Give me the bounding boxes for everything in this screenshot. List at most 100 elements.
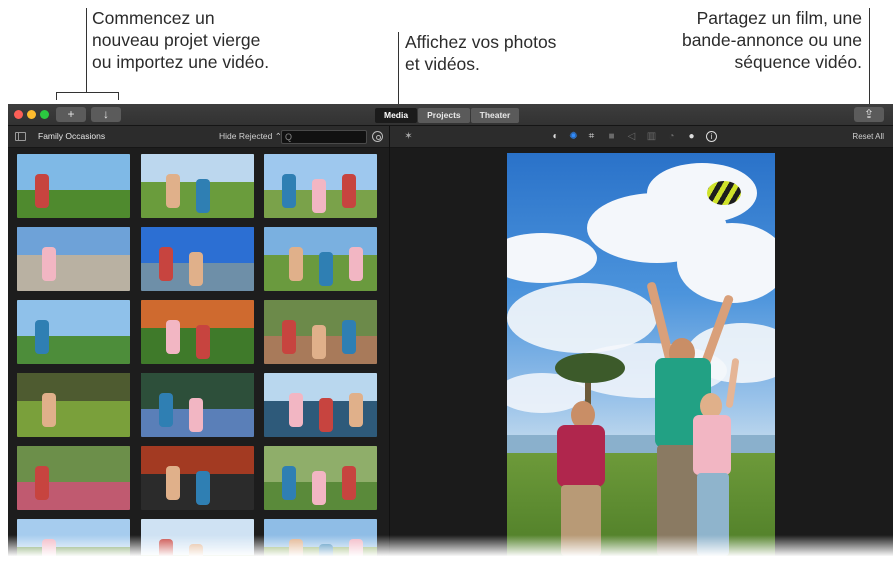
thumbnail-figure <box>166 174 180 208</box>
plus-icon: + <box>67 107 75 121</box>
reset-all-button[interactable]: Reset All <box>852 132 884 141</box>
magic-wand-icon[interactable]: ✶ <box>403 131 414 142</box>
close-window-button[interactable] <box>14 110 23 119</box>
media-thumbnail[interactable] <box>17 227 130 291</box>
thumbnail-figure <box>282 174 296 208</box>
callout-browse-media: Affichez vos photos et vidéos. <box>405 31 556 75</box>
thumbnail-figure <box>35 174 49 208</box>
thumbnail-figure <box>35 320 49 354</box>
sidebar-toggle-icon[interactable] <box>15 132 26 141</box>
media-thumbnail[interactable] <box>264 227 377 291</box>
thumbnail-figure <box>289 247 303 281</box>
thumbnail-figure <box>282 320 296 354</box>
thumbnail-figure <box>196 179 210 213</box>
color-balance-icon[interactable]: ◐ <box>550 131 561 142</box>
thumbnail-figure <box>289 393 303 427</box>
library-title: Family Occasions <box>38 131 106 141</box>
leader-line <box>86 8 87 92</box>
volume-icon[interactable]: ◁ <box>626 131 637 142</box>
thumbnail-figure <box>166 466 180 500</box>
thumbnail-figure <box>312 471 326 505</box>
clip-settings-gear-icon[interactable] <box>372 131 383 142</box>
callout-line: et vidéos. <box>405 54 480 74</box>
palm-leaves <box>555 353 625 383</box>
callout-new-project: Commencez un nouveau projet vierge ou im… <box>92 7 269 73</box>
leader-line <box>869 8 870 108</box>
tab-theater[interactable]: Theater <box>470 108 520 123</box>
hide-rejected-filter[interactable]: Hide Rejected ⌃ <box>219 131 282 142</box>
media-thumbnail[interactable] <box>264 373 377 437</box>
media-thumbnail[interactable] <box>17 300 130 364</box>
search-icon: Q <box>285 132 293 142</box>
media-thumbnail[interactable] <box>141 373 254 437</box>
thumbnail-background <box>17 446 130 482</box>
thumbnail-figure <box>196 471 210 505</box>
view-switcher: Media Projects Theater <box>375 108 520 123</box>
thumbnail-figure <box>159 393 173 427</box>
share-button[interactable]: ⇪ <box>854 107 884 122</box>
share-icon: ⇪ <box>863 107 875 121</box>
callout-line: bande-annonce ou une <box>681 30 862 50</box>
media-thumbnail[interactable] <box>17 373 130 437</box>
leader-line <box>56 92 119 93</box>
stabilization-icon[interactable]: ■ <box>606 131 617 142</box>
media-thumbnail[interactable] <box>17 446 130 510</box>
flying-ball <box>707 181 741 205</box>
thumbnail-figure <box>349 393 363 427</box>
title-bar: + ↓ Media Projects Theater ⇪ <box>8 104 893 126</box>
media-thumbnail[interactable] <box>141 300 254 364</box>
thumbnail-figure <box>312 179 326 213</box>
crop-icon[interactable]: ⌗ <box>586 131 597 142</box>
thumbnail-background <box>141 446 254 474</box>
thumbnail-figure <box>342 174 356 208</box>
thumbnail-figure <box>282 466 296 500</box>
thumbnail-figure <box>35 466 49 500</box>
callout-line: ou importez une vidéo. <box>92 52 270 72</box>
minimize-window-button[interactable] <box>27 110 36 119</box>
thumbnail-figure <box>42 247 56 281</box>
speed-icon[interactable]: ◔ <box>666 131 677 142</box>
media-thumbnail[interactable] <box>264 300 377 364</box>
callout-line: séquence vidéo. <box>734 52 862 72</box>
tab-media[interactable]: Media <box>375 108 418 123</box>
thumbnail-background <box>17 227 130 255</box>
media-thumbnail[interactable] <box>141 446 254 510</box>
thumbnail-background <box>17 154 130 190</box>
info-icon[interactable]: i <box>706 131 717 142</box>
cloud <box>507 233 597 283</box>
fullscreen-window-button[interactable] <box>40 110 49 119</box>
thumbnail-figure <box>189 398 203 432</box>
leader-line <box>56 92 57 100</box>
color-correction-icon[interactable]: ✺ <box>568 131 579 142</box>
callout-line: nouveau projet vierge <box>92 30 261 50</box>
thumbnail-figure <box>312 325 326 359</box>
callout-line: Commencez un <box>92 8 215 28</box>
viewer-toolbar: ✶ ◐ ✺ ⌗ ■ ◁ ▥ ◔ ● i Reset All <box>390 126 893 148</box>
thumbnail-figure <box>319 398 333 432</box>
cloud <box>677 223 775 303</box>
callout-line: Partagez un film, une <box>696 8 862 28</box>
media-thumbnail[interactable] <box>17 154 130 218</box>
thumbnail-figure <box>342 466 356 500</box>
media-thumbnail[interactable] <box>141 227 254 291</box>
filter-icon[interactable]: ● <box>686 131 697 142</box>
thumbnail-figure <box>166 320 180 354</box>
thumbnail-figure <box>196 325 210 359</box>
shirt <box>557 425 605 487</box>
tab-projects[interactable]: Projects <box>418 108 470 123</box>
viewer <box>390 148 893 556</box>
leader-line <box>118 92 119 100</box>
bottom-fade <box>0 535 895 562</box>
media-thumbnail[interactable] <box>264 154 377 218</box>
shirt <box>693 415 731 475</box>
import-media-button[interactable]: ↓ <box>91 107 121 122</box>
noise-reduction-icon[interactable]: ▥ <box>646 131 657 142</box>
media-thumbnail[interactable] <box>264 446 377 510</box>
new-project-button[interactable]: + <box>56 107 86 122</box>
thumbnail-figure <box>342 320 356 354</box>
callout-share: Partagez un film, une bande-annonce ou u… <box>682 7 862 73</box>
viewer-photo <box>507 153 775 556</box>
media-thumbnail[interactable] <box>141 154 254 218</box>
search-input[interactable]: Q <box>281 130 367 144</box>
thumbnail-background <box>141 154 254 182</box>
